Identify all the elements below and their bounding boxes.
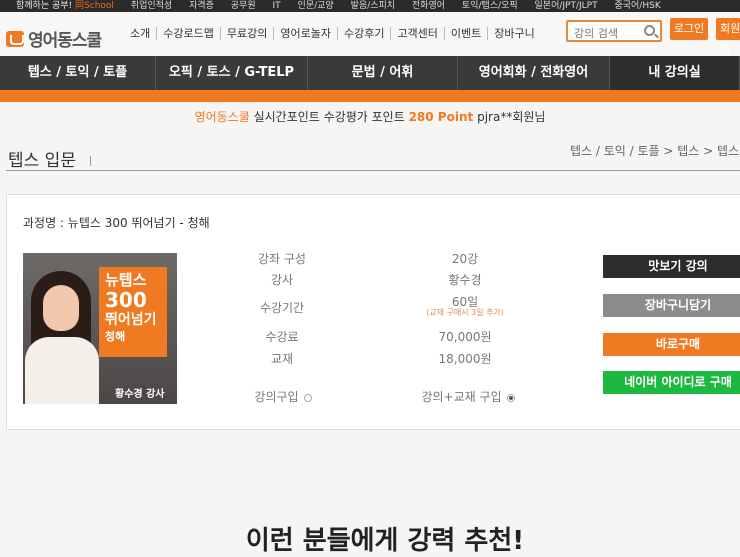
tagline: 함께하는 공부! 同School: [16, 1, 114, 11]
point-value: 280 Point: [408, 110, 474, 124]
topbar-link[interactable]: 취업인적성: [131, 1, 172, 11]
buy-now-button[interactable]: 바로구매: [603, 333, 740, 356]
cover-line-1: 뉴텝스: [105, 271, 147, 289]
cover-teacher: 황수경 강사: [115, 389, 165, 400]
teacher-photo: [23, 265, 103, 404]
nav-item-roadmap[interactable]: 수강로드맵: [156, 27, 220, 40]
cover-line-4: 청해: [105, 330, 126, 343]
search-icon[interactable]: [644, 25, 655, 36]
point-text: 실시간포인트 수강평가 포인트: [253, 110, 405, 124]
title-rule: [6, 170, 740, 171]
join-button[interactable]: 회원가입: [716, 18, 740, 57]
topbar-link[interactable]: 공무원: [231, 1, 256, 11]
point-status: 영어동스쿨 실시간포인트 수강평가 포인트 280 Point pjra**회원…: [0, 108, 740, 125]
topbar-link[interactable]: 중국어/HSK: [614, 1, 660, 11]
option-label: 강의구입: [254, 390, 299, 404]
detail-value: 70,000원: [438, 330, 492, 344]
cover-line-2: 300: [105, 288, 147, 312]
recommend-heading: 이런 분들에게 강력 추천!: [245, 526, 525, 556]
tagline-brand: 同School: [75, 1, 114, 11]
tab-conversation[interactable]: 영어회화 / 전화영어: [458, 56, 610, 90]
cover-line-3: 뛰어넘기: [105, 312, 157, 328]
page-title-text: 텝스 입문: [8, 151, 76, 171]
nav-item-play[interactable]: 영어로놀자: [273, 27, 337, 40]
nav-item-cart[interactable]: 장바구니: [487, 27, 540, 40]
detail-key: 강좌 구성: [258, 252, 306, 266]
nav-item-reviews[interactable]: 수강후기: [336, 27, 390, 40]
option-label: 강의+교재 구입: [421, 390, 502, 404]
option-lecture-book[interactable]: 강의+교재 구입: [403, 388, 533, 405]
topbar-link[interactable]: 토익/텝스/오픽: [462, 1, 518, 11]
option-lecture-only[interactable]: 강의구입: [223, 388, 343, 405]
detail-value: 18,000원: [438, 352, 492, 366]
top-utility-bar: 함께하는 공부! 同School 취업인적성 자격증 공무원 IT 인문/교양 …: [0, 0, 740, 12]
site-header: 영어동스쿨 소개 수강로드맵 무료강의 영어로놀자 수강후기 고객센터 이벤트 …: [0, 12, 740, 57]
point-brand: 영어동스쿨: [194, 110, 250, 124]
topbar-link[interactable]: 발음/스피치: [351, 1, 395, 11]
add-to-cart-button[interactable]: 장바구니담기: [603, 294, 740, 317]
detail-value: 황수경: [448, 273, 482, 287]
tagline-prefix: 함께하는 공부!: [16, 1, 73, 11]
course-name: 과정명 : 뉴텝스 300 뛰어넘기 - 청해: [23, 216, 210, 230]
header-nav: 소개 수강로드맵 무료강의 영어로놀자 수강후기 고객센터 이벤트 장바구니: [130, 27, 541, 40]
detail-value: 20강: [451, 252, 479, 266]
point-user: pjra**회원님: [477, 110, 546, 124]
tab-opic-tos-gtelp[interactable]: 오픽 / 토스 / G-TELP: [156, 56, 308, 90]
preview-lecture-button[interactable]: 맛보기 강의: [603, 255, 740, 278]
site-logo[interactable]: 영어동스쿨: [6, 26, 102, 51]
logo-icon: [6, 30, 24, 47]
nav-accent-line: [0, 90, 740, 102]
page-title: 텝스 입문: [8, 146, 91, 171]
radio-lecture-book[interactable]: [506, 393, 515, 402]
breadcrumb[interactable]: 텝스 / 토익 / 토플 > 텝스 > 텝스: [570, 142, 739, 159]
logo-text: 영어동스쿨: [28, 31, 102, 51]
tab-teps-toeic-toefl[interactable]: 텝스 / 토익 / 토플: [0, 56, 156, 90]
search-box: [566, 20, 662, 43]
detail-key: 강사: [270, 273, 294, 287]
topbar-link[interactable]: 인문/교양: [298, 1, 334, 11]
nav-item-intro[interactable]: 소개: [130, 27, 156, 40]
title-divider: [89, 156, 91, 166]
detail-key: 수강료: [265, 330, 299, 344]
topbar-link[interactable]: 자격증: [189, 1, 214, 11]
topbar-link[interactable]: IT: [273, 1, 281, 11]
nav-item-events[interactable]: 이벤트: [443, 27, 487, 40]
naver-pay-button[interactable]: 네이버 아이디로 구매: [603, 371, 740, 394]
cover-title-box: 뉴텝스 300 뛰어넘기 청해: [99, 267, 167, 357]
tab-my-classroom[interactable]: 내 강의실: [610, 56, 740, 90]
login-button[interactable]: 로그인: [670, 18, 708, 40]
nav-item-free-lectures[interactable]: 무료강의: [219, 27, 273, 40]
course-cover-image: 뉴텝스 300 뛰어넘기 청해 황수경 강사: [23, 253, 177, 404]
radio-lecture-only[interactable]: [303, 393, 312, 402]
search-input[interactable]: [574, 24, 648, 43]
topbar-link[interactable]: 전화영어: [412, 1, 445, 11]
main-category-nav: 텝스 / 토익 / 토플 오픽 / 토스 / G-TELP 문법 / 어휘 영어…: [0, 56, 740, 90]
topbar-link[interactable]: 일본어/JPT/JLPT: [535, 1, 598, 11]
detail-note: (교재 구매시 3일 추가): [426, 308, 504, 317]
detail-key: 교재: [270, 352, 294, 366]
course-panel: 과정명 : 뉴텝스 300 뛰어넘기 - 청해 뉴텝스 300 뛰어넘기 청해 …: [6, 194, 740, 430]
tab-grammar-vocab[interactable]: 문법 / 어휘: [308, 56, 458, 90]
detail-key: 수강기간: [259, 301, 305, 315]
nav-item-support[interactable]: 고객센터: [390, 27, 443, 40]
